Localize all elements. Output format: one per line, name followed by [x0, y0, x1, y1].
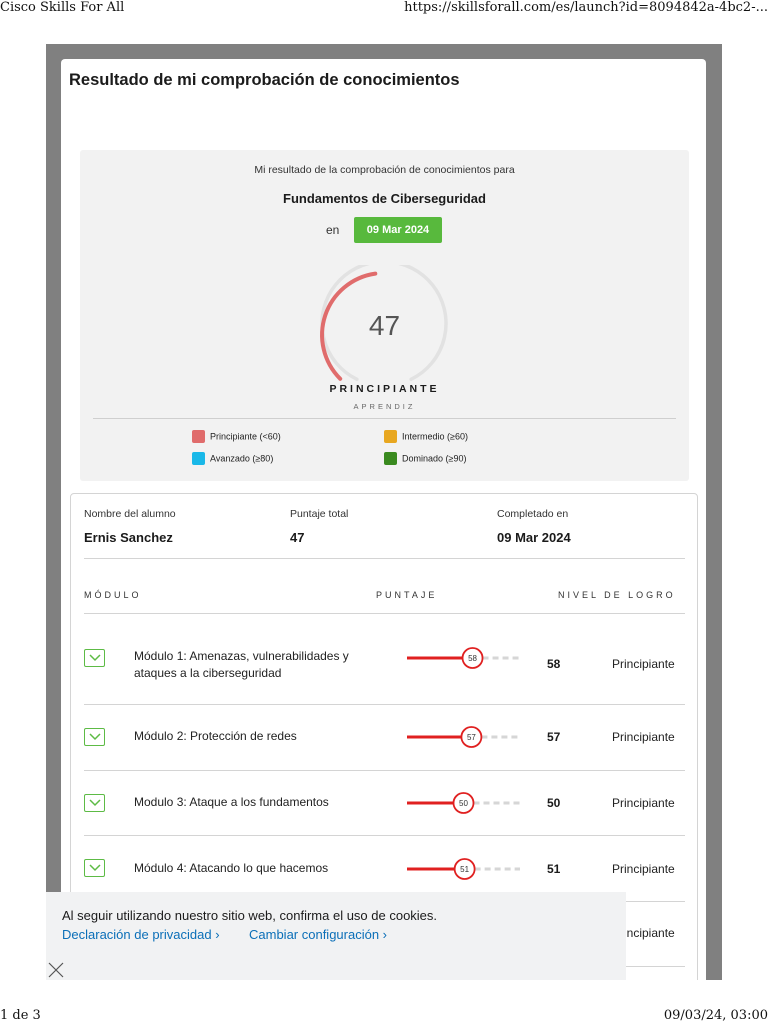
legend-item-principiante: Principiante (<60) — [192, 430, 281, 443]
chevron-down-icon — [89, 864, 101, 872]
close-icon[interactable] — [47, 961, 65, 979]
completed-date: 09 Mar 2024 — [497, 530, 571, 545]
module-row: Módulo 1: Amenazas, vulnerabilidades y a… — [84, 614, 685, 704]
page-frame: Resultado de mi comprobación de conocimi… — [46, 44, 722, 980]
expand-toggle[interactable] — [84, 728, 105, 746]
page-title: Resultado de mi comprobación de conocimi… — [69, 71, 460, 89]
module-score: 50 — [547, 796, 561, 810]
module-name: Módulo 1: Amenazas, vulnerabilidades y a… — [134, 649, 349, 680]
print-footer: 1 de 3 09/03/24, 03:00 — [0, 1008, 768, 1024]
total-score-value: 47 — [290, 530, 305, 545]
module-level: Principiante — [612, 657, 675, 671]
score-bar: 58 — [407, 647, 520, 669]
legend-swatch — [192, 430, 205, 443]
print-datetime: 09/03/24, 03:00 — [663, 1008, 768, 1023]
result-card: Resultado de mi comprobación de conocimi… — [61, 59, 706, 980]
module-name: Módulo 4: Atacando lo que hacemos — [134, 861, 329, 875]
bar-marker-label: 58 — [468, 654, 477, 663]
bar-marker-label: 50 — [459, 799, 468, 808]
privacy-statement-link[interactable]: Declaración de privacidad › — [62, 927, 220, 942]
result-summary: Mi resultado de la comprobación de conoc… — [80, 150, 689, 481]
column-header-level: NIVEL DE LOGRO — [558, 590, 676, 600]
column-header-module: MÓDULO — [84, 590, 142, 600]
expand-toggle[interactable] — [84, 794, 105, 812]
score-bar: 57 — [407, 726, 520, 748]
print-header: Cisco Skills For All https://skillsforal… — [0, 0, 768, 20]
legend-item-avanzado: Avanzado (≥80) — [192, 452, 273, 465]
legend-swatch — [384, 430, 397, 443]
completed-label: Completado en — [497, 508, 569, 520]
module-row: Modulo 3: Ataque a los fundamentos 50 50… — [84, 771, 685, 835]
expand-toggle[interactable] — [84, 649, 105, 667]
print-url: https://skillsforall.com/es/launch?id=80… — [404, 0, 768, 15]
legend-item-intermedio: Intermedio (≥60) — [384, 430, 468, 443]
legend-item-dominado: Dominado (≥90) — [384, 452, 466, 465]
level-subtitle: APRENDIZ — [353, 402, 416, 411]
level-name: PRINCIPIANTE — [329, 383, 440, 395]
total-score-label: Puntaje total — [290, 508, 349, 520]
info-divider — [84, 558, 685, 559]
module-level: Principiante — [612, 730, 675, 744]
score-bar: 50 — [407, 792, 520, 814]
bar-marker-label: 51 — [460, 865, 469, 874]
date-badge: 09 Mar 2024 — [354, 217, 442, 243]
bar-marker-label: 57 — [467, 733, 476, 742]
column-header-score: PUNTAJE — [376, 590, 438, 600]
gauge-score: 47 — [368, 310, 401, 341]
change-settings-link[interactable]: Cambiar configuración › — [249, 927, 387, 942]
module-name: Módulo 2: Protección de redes — [134, 729, 297, 743]
date-prefix: en — [326, 223, 340, 237]
print-page-title: Cisco Skills For All — [0, 0, 125, 15]
course-name: Fundamentos de Ciberseguridad — [283, 191, 486, 206]
chevron-down-icon — [89, 654, 101, 662]
student-name: Ernis Sanchez — [84, 530, 173, 545]
chevron-down-icon — [89, 733, 101, 741]
cookie-message: Al seguir utilizando nuestro sitio web, … — [62, 908, 438, 923]
module-score: 51 — [547, 862, 561, 876]
score-bar: 51 — [407, 858, 520, 880]
legend-swatch — [192, 452, 205, 465]
chevron-down-icon — [89, 799, 101, 807]
student-label: Nombre del alumno — [84, 508, 176, 520]
module-level: Principiante — [612, 862, 675, 876]
legend-swatch — [384, 452, 397, 465]
expand-toggle[interactable] — [84, 859, 105, 877]
module-name: Modulo 3: Ataque a los fundamentos — [134, 795, 329, 809]
print-page-number: 1 de 3 — [0, 1008, 41, 1023]
summary-divider — [93, 418, 676, 419]
summary-intro: Mi resultado de la comprobación de conoc… — [254, 164, 515, 176]
module-score: 58 — [547, 657, 561, 671]
module-level: Principiante — [612, 796, 675, 810]
module-row: Módulo 2: Protección de redes 57 57 Prin… — [84, 705, 685, 770]
module-score: 57 — [547, 730, 561, 744]
cookie-banner: Al seguir utilizando nuestro sitio web, … — [46, 892, 626, 980]
